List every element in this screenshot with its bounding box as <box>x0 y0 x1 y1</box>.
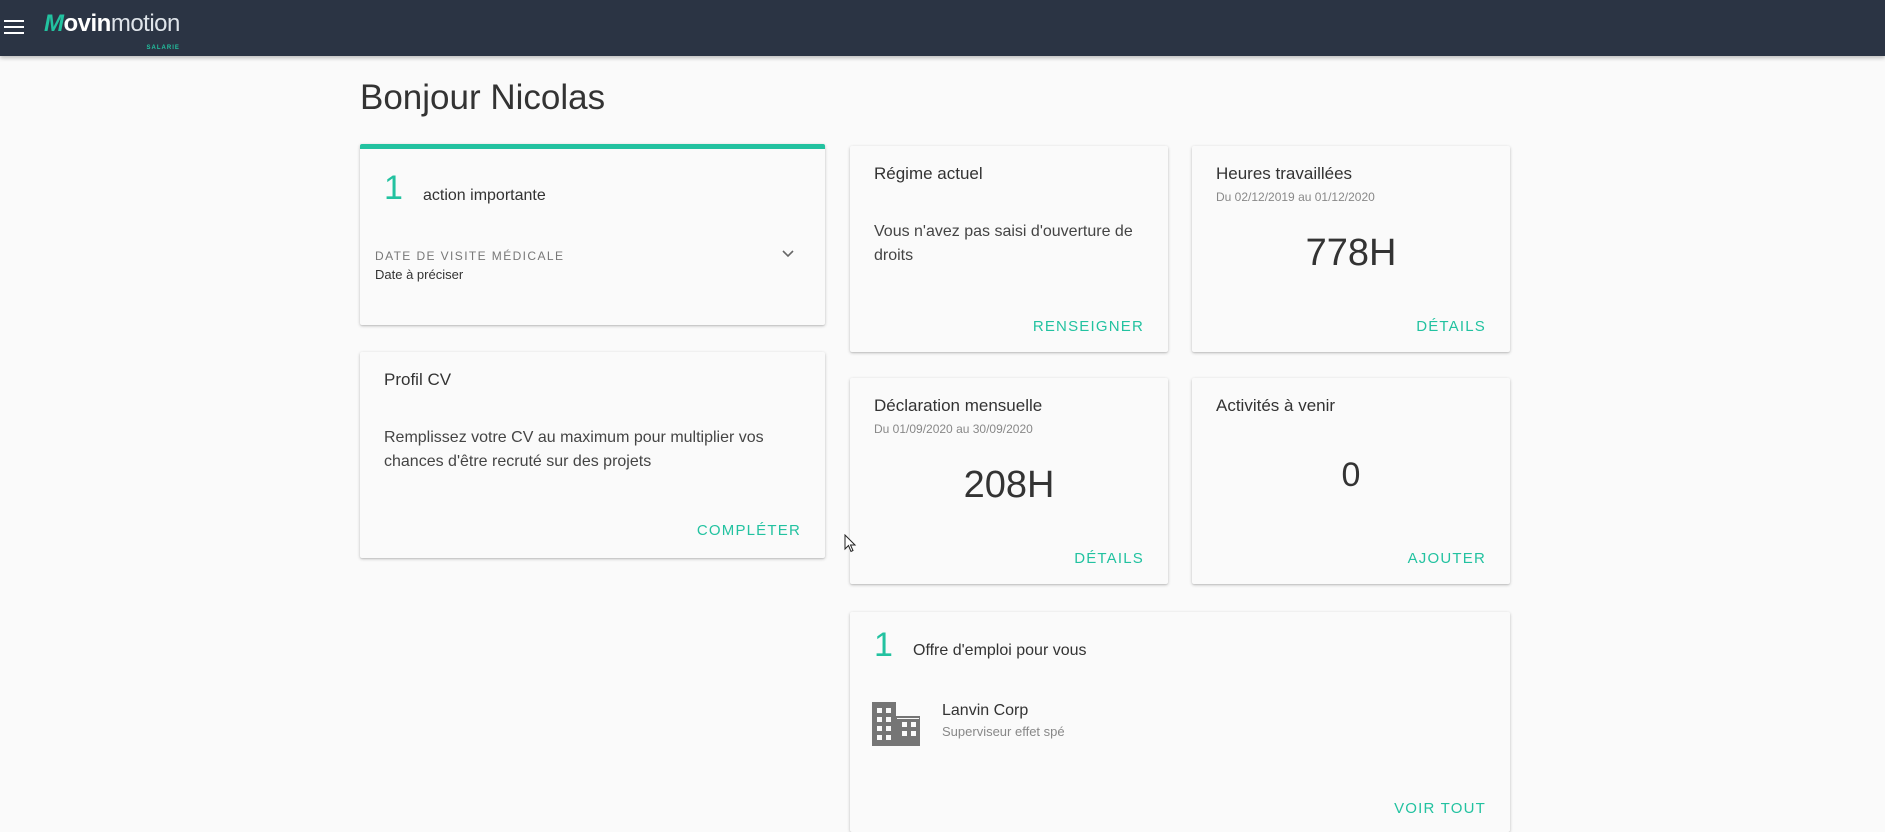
hours-worked-card: Heures travaillées Du 02/12/2019 au 01/1… <box>1192 146 1510 352</box>
chevron-down-icon[interactable] <box>779 245 797 263</box>
jobs-count: 1 <box>874 626 893 664</box>
page-title: Bonjour Nicolas <box>360 78 606 117</box>
medical-visit-value: Date à préciser <box>375 267 464 282</box>
hours-card-value: 778H <box>1305 232 1397 274</box>
logo-mark: M <box>44 10 64 37</box>
profile-cv-card: Profil CV Remplissez votre CV au maximum… <box>360 352 825 558</box>
fill-in-button[interactable]: RENSEIGNER <box>1033 318 1144 335</box>
building-icon <box>872 702 920 746</box>
hours-card-title: Heures travaillées <box>1216 164 1353 183</box>
medical-visit-title: DATE DE VISITE MÉDICALE <box>375 249 565 263</box>
top-app-bar: Movinmotion SALARIE <box>0 0 1885 56</box>
regime-card-text: Vous n'avez pas saisi d'ouverture de dro… <box>874 223 1133 264</box>
monthly-card-value: 208H <box>963 464 1055 506</box>
activities-card-title: Activités à venir <box>1216 396 1336 415</box>
jobs-label: Offre d'emploi pour vous <box>913 642 1087 659</box>
upcoming-activities-card: Activités à venir 0 AJOUTER <box>1192 378 1510 584</box>
hours-details-button[interactable]: DÉTAILS <box>1416 318 1486 335</box>
menu-icon[interactable] <box>4 16 24 40</box>
current-regime-card: Régime actuel Vous n'avez pas saisi d'ou… <box>850 146 1168 352</box>
logo-text-light: motion <box>110 10 181 37</box>
profile-card-text: Remplissez votre CV au maximum pour mult… <box>384 429 764 470</box>
job-company: Lanvin Corp <box>942 702 1029 719</box>
activities-card-value: 0 <box>1341 456 1361 494</box>
monthly-declaration-card: Déclaration mensuelle Du 01/09/2020 au 3… <box>850 378 1168 584</box>
app-logo[interactable]: Movinmotion SALARIE <box>44 10 181 51</box>
monthly-details-button[interactable]: DÉTAILS <box>1074 550 1144 567</box>
add-activity-button[interactable]: AJOUTER <box>1408 550 1486 567</box>
monthly-card-period: Du 01/09/2020 au 30/09/2020 <box>874 422 1033 436</box>
actions-count: 1 <box>384 169 403 207</box>
actions-label: action importante <box>423 187 546 204</box>
hours-card-period: Du 02/12/2019 au 01/12/2020 <box>1216 190 1375 204</box>
logo-subtitle: SALARIE <box>146 45 180 51</box>
complete-cv-button[interactable]: COMPLÉTER <box>697 522 801 539</box>
medical-visit-item[interactable]: DATE DE VISITE MÉDICALE Date à préciser <box>375 249 805 289</box>
profile-card-title: Profil CV <box>384 370 452 389</box>
job-offer-item[interactable]: Lanvin Corp Superviseur effet spé <box>870 700 1470 756</box>
regime-card-title: Régime actuel <box>874 164 983 183</box>
job-offers-card: 1 Offre d'emploi pour vous Lanvin Corp S… <box>850 612 1510 832</box>
important-actions-card: 1 action importante DATE DE VISITE MÉDIC… <box>360 144 825 325</box>
monthly-card-title: Déclaration mensuelle <box>874 396 1043 415</box>
job-position: Superviseur effet spé <box>942 724 1065 739</box>
logo-text-bold: ovin <box>63 10 112 37</box>
mouse-cursor-icon <box>844 534 857 553</box>
